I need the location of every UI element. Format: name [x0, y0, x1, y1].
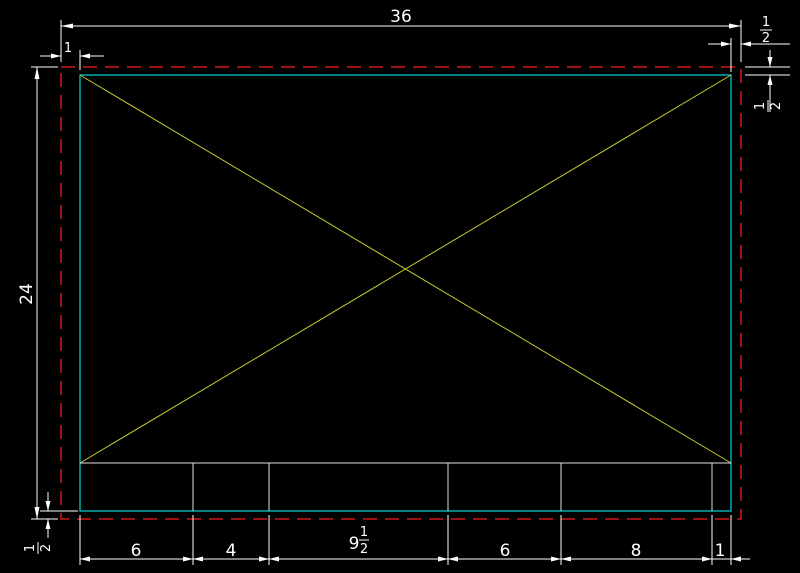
left-margin-label: 1: [64, 41, 72, 56]
top-margin-denominator: 2: [769, 102, 784, 110]
right-margin-denominator: 2: [762, 31, 770, 46]
dimension-overall-width: 36: [60, 7, 742, 62]
bottom-margin-numerator: 1: [23, 544, 38, 552]
segment-6-label: 1: [715, 541, 726, 561]
segment-2-label: 4: [226, 541, 237, 561]
segment-3-whole: 9: [349, 534, 360, 554]
segment-5-label: 8: [631, 541, 642, 561]
drawing-canvas: 36 1 1 2 1 2 24 1 2 6 4 9 1 2 6 8 1: [17, 7, 790, 565]
bottom-margin-denominator: 2: [39, 544, 54, 552]
segment-3-denominator: 2: [360, 542, 368, 557]
segment-4-label: 6: [500, 541, 511, 561]
right-margin-numerator: 1: [762, 15, 770, 30]
segment-1-label: 6: [131, 541, 142, 561]
paper-cut-line: [60, 66, 742, 520]
overall-height-label: 24: [17, 283, 37, 305]
top-margin-numerator: 1: [753, 102, 768, 110]
dimension-bottom-margin: 1 2: [23, 492, 78, 554]
overall-width-label: 36: [390, 7, 412, 27]
sheet-border: [79, 74, 732, 512]
dimension-overall-height: 24: [17, 66, 58, 520]
segment-3-numerator: 1: [360, 525, 368, 540]
dimension-top-margin: 1 2: [745, 50, 790, 112]
dimension-right-margin: 1 2: [708, 15, 790, 72]
title-block: [80, 462, 731, 511]
dimension-title-block-chain: 6 4 9 1 2 6 8 1: [79, 515, 750, 565]
dimension-left-margin: 1: [40, 41, 104, 70]
